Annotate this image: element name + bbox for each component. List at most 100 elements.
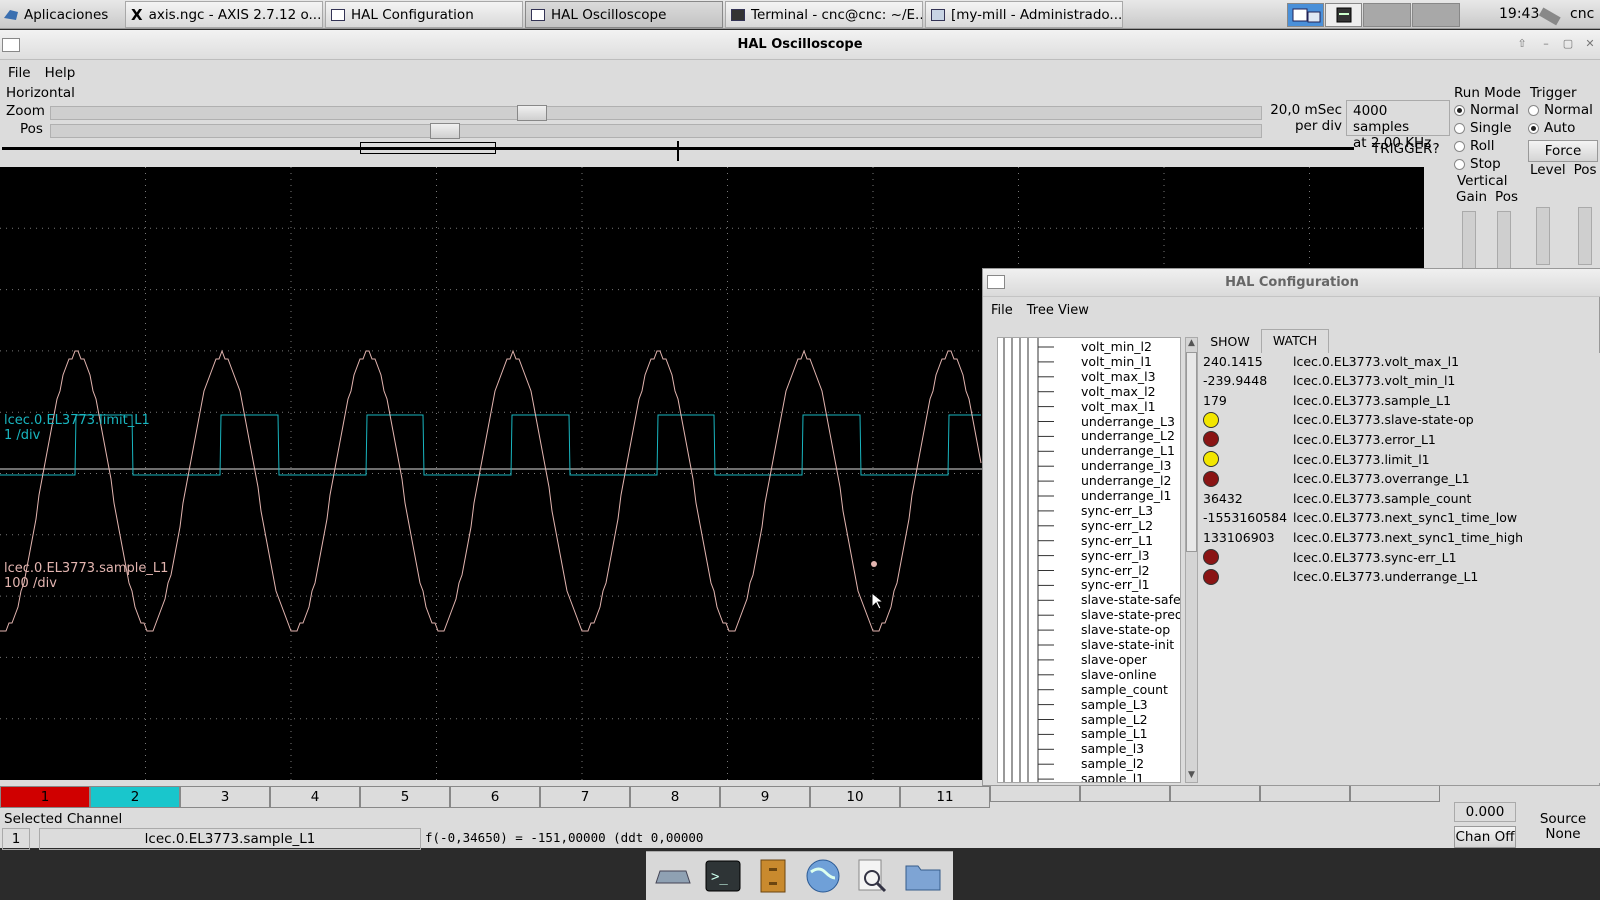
watch-row[interactable]: -1553160584 lcec.0.EL3773.next_sync1_time… <box>1199 508 1517 528</box>
watch-row[interactable]: 36432 lcec.0.EL3773.sample_count <box>1199 488 1471 508</box>
vertical-pos-slider[interactable] <box>1497 211 1511 271</box>
display-window-marker[interactable] <box>360 142 496 154</box>
maximize-icon[interactable]: ▢ <box>1562 38 1574 50</box>
channel-button-1[interactable]: 1 <box>0 786 90 808</box>
tree-item[interactable]: sample_L1 <box>1081 726 1148 741</box>
drive-icon[interactable] <box>652 856 694 896</box>
tree-item[interactable]: underrange_l2 <box>1081 473 1171 488</box>
tree-item[interactable]: sample_count <box>1081 682 1168 697</box>
watch-row[interactable]: lcec.0.EL3773.overrange_L1 <box>1199 469 1470 489</box>
watch-row[interactable]: lcec.0.EL3773.sync-err_L1 <box>1199 547 1457 567</box>
run-mode-single[interactable]: Single <box>1454 119 1524 137</box>
tree-item[interactable]: slave-state-op <box>1081 622 1170 637</box>
pos-slider-thumb[interactable] <box>429 123 460 139</box>
file-cabinet-icon[interactable] <box>752 856 794 896</box>
watch-row[interactable]: -239.9448 lcec.0.EL3773.volt_min_l1 <box>1199 371 1455 391</box>
menu-tree-view[interactable]: Tree View <box>1027 303 1089 318</box>
menu-file[interactable]: File <box>991 303 1013 318</box>
channel-button-4[interactable]: 4 <box>270 786 360 808</box>
force-button[interactable]: Force <box>1528 140 1598 162</box>
tree-item[interactable]: underrange_L2 <box>1081 428 1175 443</box>
workspace-4[interactable] <box>1412 3 1460 27</box>
tree-item[interactable]: sync-err_L3 <box>1081 503 1153 518</box>
tree-item[interactable]: volt_max_l1 <box>1081 399 1156 414</box>
tree-item[interactable]: slave-state-safeop <box>1081 592 1180 607</box>
tree-item[interactable]: sync-err_L2 <box>1081 518 1153 533</box>
channel-button-6[interactable]: 6 <box>450 786 540 808</box>
watch-row[interactable]: lcec.0.EL3773.limit_l1 <box>1199 449 1430 469</box>
tree-item[interactable]: slave-oper <box>1081 652 1147 667</box>
tree-item[interactable]: volt_min_l2 <box>1081 339 1152 354</box>
watch-row[interactable]: 133106903 lcec.0.EL3773.next_sync1_time_h… <box>1199 527 1523 547</box>
channel-button-5[interactable]: 5 <box>360 786 450 808</box>
window-menu-icon[interactable] <box>987 275 1005 289</box>
tree-item[interactable]: sync-err_l3 <box>1081 548 1150 563</box>
clock[interactable]: 19:43 <box>1499 0 1539 29</box>
channel-button-7[interactable]: 7 <box>540 786 630 808</box>
tree-item[interactable]: sample_l1 <box>1081 771 1144 782</box>
run-mode-normal[interactable]: Normal <box>1454 101 1524 119</box>
tab-show[interactable]: SHOW <box>1201 331 1259 353</box>
channel-button-10[interactable]: 10 <box>810 786 900 808</box>
shade-icon[interactable]: ⇧ <box>1516 38 1528 50</box>
menu-help[interactable]: Help <box>45 65 76 81</box>
scroll-up-icon[interactable]: ▲ <box>1186 338 1197 350</box>
tree-item[interactable]: sync-err_l1 <box>1081 577 1150 592</box>
menu-file[interactable]: File <box>8 65 31 81</box>
tree-item[interactable]: slave-online <box>1081 667 1157 682</box>
apps-menu[interactable]: Aplicaciones <box>2 2 120 27</box>
tree-item[interactable]: underrange_L3 <box>1081 414 1175 429</box>
channel-button-9[interactable]: 9 <box>720 786 810 808</box>
watch-row[interactable]: lcec.0.EL3773.slave-state-op <box>1199 410 1474 430</box>
run-mode-roll[interactable]: Roll <box>1454 137 1524 155</box>
tree-item[interactable]: volt_min_l1 <box>1081 354 1152 369</box>
tree-item[interactable]: underrange_L1 <box>1081 443 1175 458</box>
tree-item[interactable]: sample_l2 <box>1081 756 1144 771</box>
watch-row[interactable]: lcec.0.EL3773.error_L1 <box>1199 429 1436 449</box>
hal-tree[interactable]: volt_min_l2 volt_min_l1 volt_max_l3 volt_ma… <box>997 337 1181 783</box>
task-file-manager[interactable]: [my-mill - Administrado... <box>925 1 1123 28</box>
workspace-1[interactable] <box>1287 3 1324 27</box>
tree-item[interactable]: volt_max_l3 <box>1081 369 1156 384</box>
globe-icon[interactable] <box>802 856 844 896</box>
run-mode-stop[interactable]: Stop <box>1454 155 1524 173</box>
pos-slider[interactable] <box>50 123 1262 139</box>
task-hal-configuration[interactable]: HAL Configuration <box>325 1 523 28</box>
user-name[interactable]: cnc <box>1570 6 1594 22</box>
channel-button-8[interactable]: 8 <box>630 786 720 808</box>
watch-row[interactable]: lcec.0.EL3773.underrange_L1 <box>1199 567 1478 587</box>
offset-value[interactable]: 0.000 <box>1454 802 1516 822</box>
watch-row[interactable]: 240.1415 lcec.0.EL3773.volt_max_l1 <box>1199 351 1459 371</box>
tree-item[interactable]: sample_L3 <box>1081 697 1148 712</box>
trigger-pos-slider[interactable] <box>1578 207 1592 265</box>
workspace-2[interactable] <box>1325 3 1362 27</box>
task-terminal[interactable]: Terminal - cnc@cnc: ~/E... <box>725 1 923 28</box>
zoom-slider-thumb[interactable] <box>517 105 548 121</box>
workspace-3[interactable] <box>1363 3 1411 27</box>
terminal-icon[interactable]: >_ <box>702 856 744 896</box>
selected-channel-name[interactable]: lcec.0.EL3773.sample_L1 <box>39 828 421 850</box>
task-hal-oscilloscope[interactable]: HAL Oscilloscope <box>525 1 723 28</box>
task-axis[interactable]: X axis.ngc - AXIS 2.7.12 o... <box>125 1 323 28</box>
gain-slider[interactable] <box>1462 211 1476 271</box>
tree-item[interactable]: underrange_l3 <box>1081 458 1171 473</box>
folder-icon[interactable] <box>902 856 944 896</box>
channel-button-3[interactable]: 3 <box>180 786 270 808</box>
tree-item[interactable]: underrange_l1 <box>1081 488 1171 503</box>
trigger-normal[interactable]: Normal <box>1528 101 1600 119</box>
trigger-auto[interactable]: Auto <box>1528 119 1600 137</box>
zoom-slider[interactable] <box>50 105 1262 121</box>
tree-item[interactable]: slave-state-preop <box>1081 607 1180 622</box>
chan-off-button[interactable]: Chan Off <box>1454 826 1516 848</box>
tree-scrollbar[interactable]: ▲ ▼ <box>1185 337 1198 783</box>
scroll-down-icon[interactable]: ▼ <box>1186 770 1197 782</box>
tree-item[interactable]: sync-err_l2 <box>1081 563 1150 578</box>
window-menu-icon[interactable] <box>2 38 20 52</box>
minimize-icon[interactable]: – <box>1540 38 1552 50</box>
close-icon[interactable]: ✕ <box>1584 38 1596 50</box>
source-button[interactable]: Source None <box>1528 812 1598 842</box>
scroll-thumb[interactable] <box>1186 352 1197 552</box>
channel-button-2[interactable]: 2 <box>90 786 180 808</box>
trigger-level-slider[interactable] <box>1536 207 1550 265</box>
tree-item[interactable]: sample_L2 <box>1081 712 1148 727</box>
